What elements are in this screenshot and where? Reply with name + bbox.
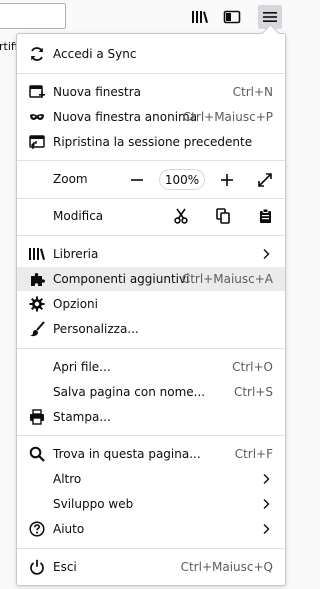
new-private-window-shortcut: Ctrl+Maiusc+P: [182, 110, 273, 124]
zoom-label: Zoom: [53, 172, 88, 186]
cut-button[interactable]: [169, 204, 193, 228]
restore-session-label: Ripristina la sessione precedente: [53, 135, 253, 149]
hamburger-icon: [263, 12, 277, 22]
help-item[interactable]: Aiuto: [17, 517, 285, 541]
separator: [17, 548, 285, 549]
restore-session-icon: [28, 133, 46, 151]
edit-row: Modifica: [17, 204, 285, 228]
addons-shortcut: Ctrl+Maiusc+A: [181, 272, 273, 286]
new-window-icon: [28, 83, 46, 101]
fullscreen-icon: [258, 173, 272, 187]
minus-icon: [131, 179, 143, 181]
options-label: Opzioni: [53, 297, 98, 311]
separator: [17, 160, 285, 161]
find-shortcut: Ctrl+F: [234, 447, 273, 461]
sync-label: Accedi a Sync: [53, 47, 137, 61]
zoom-row: Zoom 100%: [17, 166, 285, 194]
copy-icon: [215, 208, 230, 224]
paintbrush-icon: [28, 320, 46, 338]
clipboard-icon: [259, 208, 271, 223]
web-developer-item[interactable]: Sviluppo web: [17, 492, 285, 516]
chevron-right-icon: [262, 523, 270, 535]
print-item[interactable]: Stampa...: [17, 405, 285, 429]
sidebar-icon: [223, 10, 241, 24]
customize-label: Personalizza...: [53, 322, 139, 336]
open-file-shortcut: Ctrl+O: [232, 360, 273, 374]
separator: [17, 348, 285, 349]
chevron-right-icon: [262, 473, 270, 485]
help-icon: [28, 520, 46, 538]
app-menu-panel: Accedi a Sync Nuova finestra Ctrl+N Nuov…: [16, 24, 286, 586]
new-window-shortcut: Ctrl+N: [232, 85, 273, 99]
library-item[interactable]: Libreria: [17, 242, 285, 266]
more-item[interactable]: Altro: [17, 467, 285, 491]
sync-item[interactable]: Accedi a Sync: [17, 42, 285, 66]
printer-icon: [28, 408, 46, 426]
quit-item[interactable]: Esci Ctrl+Maiusc+Q: [17, 555, 285, 579]
library-icon: [28, 245, 46, 263]
new-private-window-item[interactable]: Nuova finestra anonima Ctrl+Maiusc+P: [17, 105, 285, 129]
quit-label: Esci: [53, 560, 77, 574]
gear-icon: [28, 295, 46, 313]
library-label: Libreria: [53, 247, 99, 261]
customize-item[interactable]: Personalizza...: [17, 317, 285, 341]
separator: [17, 235, 285, 236]
scissors-icon: [174, 208, 188, 224]
new-private-window-label: Nuova finestra anonima: [53, 110, 198, 124]
edit-label: Modifica: [53, 209, 104, 223]
zoom-out-button[interactable]: [125, 168, 149, 192]
restore-session-item[interactable]: Ripristina la sessione precedente: [17, 130, 285, 154]
chevron-right-icon: [262, 498, 270, 510]
sidebar-toolbar-button[interactable]: [220, 5, 244, 29]
sync-icon: [28, 45, 46, 63]
find-item[interactable]: Trova in questa pagina... Ctrl+F: [17, 442, 285, 466]
zoom-reset-button[interactable]: 100%: [159, 169, 205, 190]
library-icon: [192, 11, 208, 23]
options-item[interactable]: Opzioni: [17, 292, 285, 316]
plus-icon: [221, 174, 233, 186]
browser-toolbar: [0, 0, 290, 36]
chevron-right-icon: [262, 248, 270, 260]
copy-button[interactable]: [211, 204, 235, 228]
search-icon: [28, 445, 46, 463]
more-label: Altro: [53, 472, 82, 486]
private-mask-icon: [28, 108, 46, 126]
separator: [17, 198, 285, 199]
save-page-shortcut: Ctrl+S: [233, 385, 273, 399]
paste-button[interactable]: [253, 204, 277, 228]
addons-label: Componenti aggiuntivi: [53, 272, 190, 286]
power-icon: [28, 558, 46, 576]
quit-shortcut: Ctrl+Maiusc+Q: [180, 560, 273, 574]
url-bar[interactable]: [0, 3, 66, 29]
addons-item[interactable]: Componenti aggiuntivi Ctrl+Maiusc+A: [17, 267, 285, 291]
new-window-label: Nuova finestra: [53, 85, 141, 99]
fullscreen-button[interactable]: [253, 168, 277, 192]
zoom-in-button[interactable]: [215, 168, 239, 192]
new-window-item[interactable]: Nuova finestra Ctrl+N: [17, 80, 285, 104]
library-toolbar-button[interactable]: [188, 5, 212, 29]
help-label: Aiuto: [53, 522, 85, 536]
open-file-label: Apri file...: [53, 360, 111, 374]
save-page-item[interactable]: Salva pagina con nome... Ctrl+S: [17, 380, 285, 404]
web-developer-label: Sviluppo web: [53, 497, 134, 511]
print-label: Stampa...: [53, 410, 111, 424]
save-page-label: Salva pagina con nome...: [53, 385, 206, 399]
separator: [17, 73, 285, 74]
find-label: Trova in questa pagina...: [53, 447, 201, 461]
open-file-item[interactable]: Apri file... Ctrl+O: [17, 355, 285, 379]
puzzle-icon: [28, 270, 46, 288]
separator: [17, 435, 285, 436]
